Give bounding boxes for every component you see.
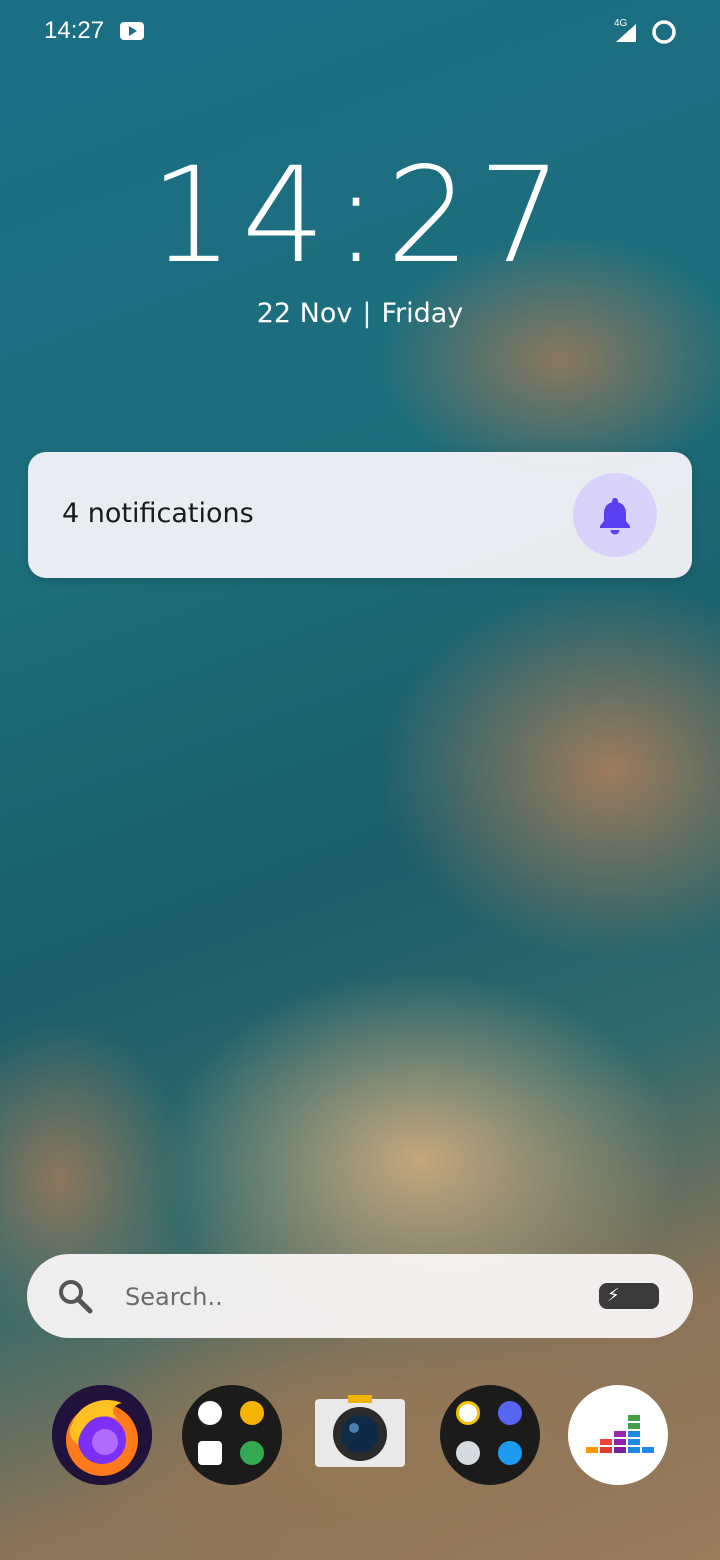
- lock-screen: 14:27 4G 14:27 22 Nov | Friday 4 notificat…: [0, 0, 720, 1560]
- telegram-icon: [456, 1441, 480, 1465]
- bell-icon: [600, 498, 630, 535]
- signal-icon: [616, 24, 636, 42]
- lockscreen-clock: 14:27: [149, 139, 571, 293]
- search-bar[interactable]: ⚡: [27, 1254, 693, 1338]
- discord-icon: [498, 1401, 522, 1425]
- bulb-icon: [240, 1401, 264, 1425]
- battery-icon: ⚡: [599, 1283, 659, 1309]
- dock-folder-1[interactable]: [182, 1385, 282, 1485]
- bolt-icon: ⚡: [607, 1285, 620, 1306]
- status-bar: 14:27 4G: [0, 0, 720, 64]
- photos-icon: [456, 1401, 480, 1425]
- dock-camera[interactable]: [310, 1385, 410, 1485]
- play-store-icon: [198, 1401, 222, 1425]
- status-time: 14:27: [44, 17, 105, 44]
- notifications-count-text: 4 notifications: [62, 498, 254, 529]
- lockscreen-date: 22 Nov | Friday: [0, 298, 720, 329]
- date-text: 22 Nov: [256, 298, 353, 329]
- youtube-icon: [120, 22, 144, 40]
- day-text: Friday: [381, 298, 464, 329]
- maps-icon: [240, 1441, 264, 1465]
- twitter-icon: [498, 1441, 522, 1465]
- search-input[interactable]: [123, 1276, 547, 1318]
- search-icon: [59, 1280, 93, 1314]
- dock-deezer[interactable]: [568, 1385, 668, 1485]
- notifications-button[interactable]: [573, 473, 657, 557]
- dock-folder-2[interactable]: [440, 1385, 540, 1485]
- dock-firefox[interactable]: [52, 1385, 152, 1485]
- calendar-icon: [198, 1441, 222, 1465]
- camera-icon: [315, 1395, 405, 1467]
- sync-icon: [652, 20, 676, 44]
- firefox-icon: [52, 1385, 152, 1485]
- deezer-icon: [586, 1415, 654, 1453]
- notifications-card[interactable]: 4 notifications: [28, 452, 692, 578]
- date-separator: |: [362, 298, 372, 329]
